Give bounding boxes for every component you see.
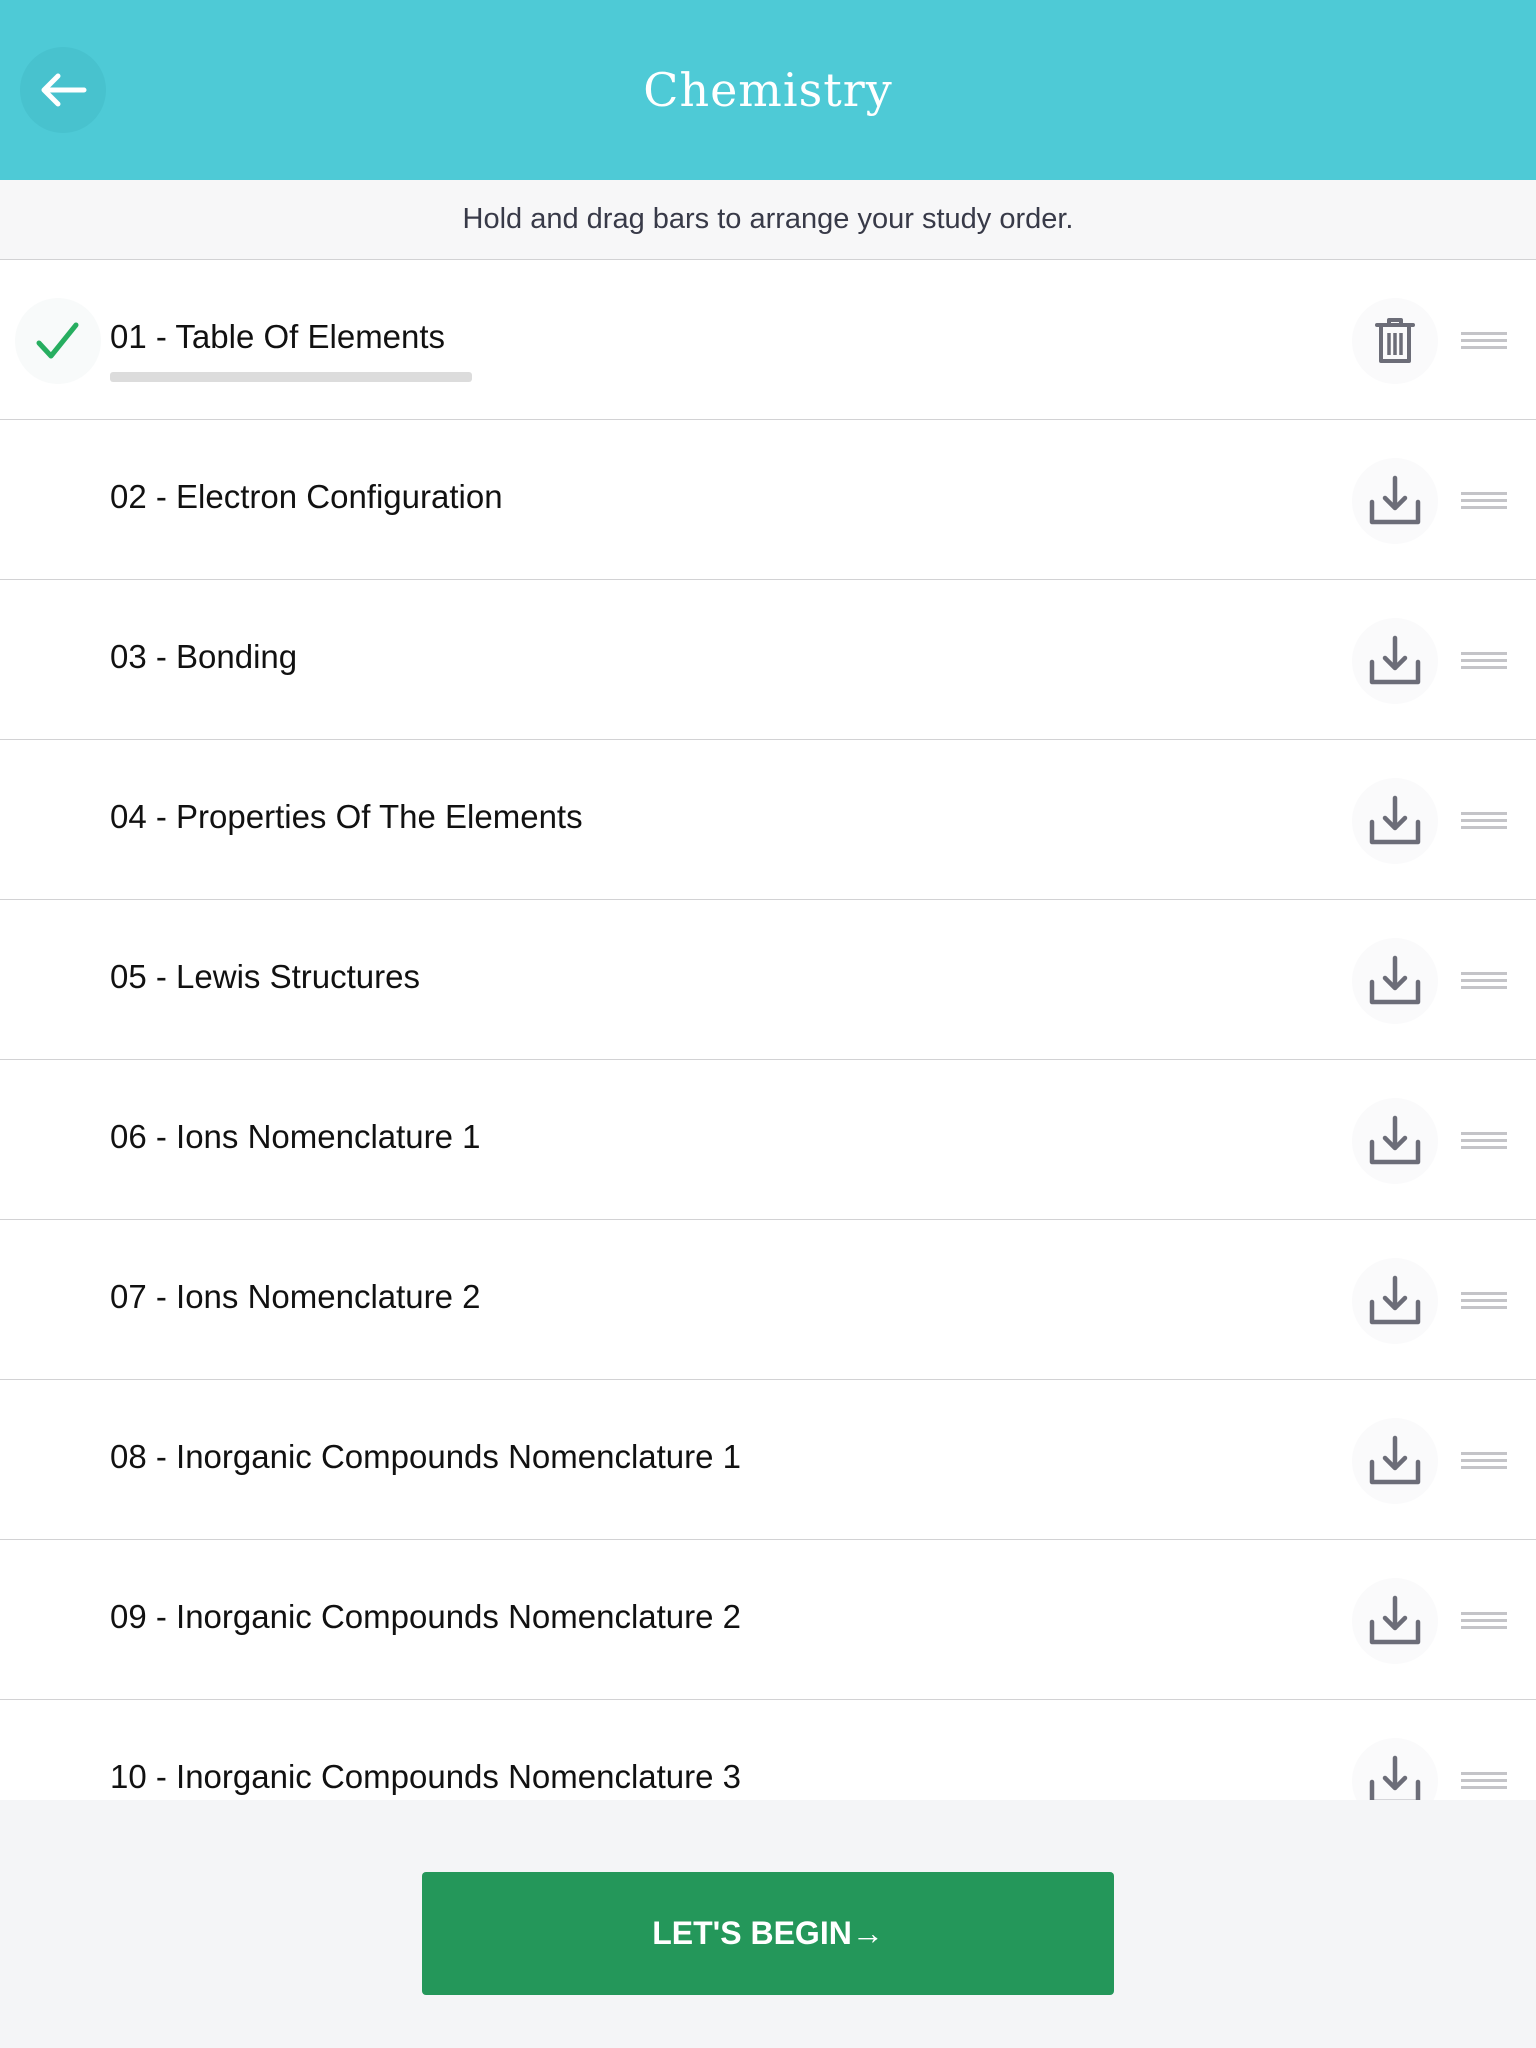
topic-title: 10 - Inorganic Compounds Nomenclature 3 [110, 1758, 742, 1795]
drag-handle-bar [1461, 346, 1507, 349]
drag-handle-bar [1461, 1306, 1507, 1309]
download-button[interactable] [1352, 458, 1438, 544]
drag-handle-bar [1461, 492, 1507, 495]
progress-fill [110, 372, 472, 382]
drag-handle-bar [1461, 1459, 1507, 1462]
drag-handle[interactable] [1461, 1452, 1507, 1470]
drag-handle[interactable] [1461, 812, 1507, 830]
checkmark-icon [36, 322, 79, 359]
drag-handle-bar [1461, 819, 1507, 822]
download-button[interactable] [1352, 1258, 1438, 1344]
header: Chemistry [0, 0, 1536, 180]
drag-handle-bar [1461, 1132, 1507, 1135]
drag-handle-bar [1461, 1146, 1507, 1149]
instructions-text: Hold and drag bars to arrange your study… [0, 180, 1536, 260]
drag-handle-bar [1461, 1292, 1507, 1295]
drag-handle[interactable] [1461, 332, 1507, 350]
topic-list: 01 - Table Of Elements 02 - Electron Con… [0, 260, 1536, 1800]
topic-title: 03 - Bonding [110, 638, 298, 675]
drag-handle[interactable] [1461, 1292, 1507, 1310]
download-button[interactable] [1352, 1578, 1438, 1664]
drag-handle[interactable] [1461, 972, 1507, 990]
drag-handle-bar [1461, 1139, 1507, 1142]
footer: LET'S BEGIN→ [0, 1800, 1536, 2048]
download-button[interactable] [1352, 778, 1438, 864]
lets-begin-button[interactable]: LET'S BEGIN→ [422, 1872, 1114, 1995]
download-icon [1369, 635, 1421, 685]
drag-handle-bar [1461, 666, 1507, 669]
drag-handle-bar [1461, 1466, 1507, 1469]
topic-title: 07 - Ions Nomenclature 2 [110, 1278, 481, 1315]
topic-title: 04 - Properties Of The Elements [110, 798, 583, 835]
list-item[interactable]: 08 - Inorganic Compounds Nomenclature 1 [0, 1380, 1536, 1540]
drag-handle-bar [1461, 1772, 1507, 1775]
drag-handle-bar [1461, 1452, 1507, 1455]
drag-handle-bar [1461, 506, 1507, 509]
list-item[interactable]: 09 - Inorganic Compounds Nomenclature 2 [0, 1540, 1536, 1700]
drag-handle-bar [1461, 659, 1507, 662]
drag-handle-bar [1461, 1626, 1507, 1629]
download-icon [1369, 795, 1421, 845]
list-item[interactable]: 07 - Ions Nomenclature 2 [0, 1220, 1536, 1380]
download-icon [1369, 1275, 1421, 1325]
download-button[interactable] [1352, 938, 1438, 1024]
completed-badge [15, 298, 101, 384]
drag-handle-bar [1461, 826, 1507, 829]
drag-handle[interactable] [1461, 1132, 1507, 1150]
list-item[interactable]: 10 - Inorganic Compounds Nomenclature 3 [0, 1700, 1536, 1800]
drag-handle-bar [1461, 1299, 1507, 1302]
drag-handle-bar [1461, 972, 1507, 975]
topic-title: 02 - Electron Configuration [110, 478, 503, 515]
drag-handle-bar [1461, 652, 1507, 655]
drag-handle[interactable] [1461, 652, 1507, 670]
delete-button[interactable] [1352, 298, 1438, 384]
download-button[interactable] [1352, 1418, 1438, 1504]
page-title: Chemistry [643, 63, 893, 117]
download-icon [1369, 955, 1421, 1005]
topic-title: 09 - Inorganic Compounds Nomenclature 2 [110, 1598, 742, 1635]
progress-bar [110, 372, 472, 382]
topic-title: 08 - Inorganic Compounds Nomenclature 1 [110, 1438, 742, 1475]
list-item[interactable]: 06 - Ions Nomenclature 1 [0, 1060, 1536, 1220]
topic-title: 06 - Ions Nomenclature 1 [110, 1118, 481, 1155]
download-button[interactable] [1352, 1098, 1438, 1184]
list-item[interactable]: 01 - Table Of Elements [0, 260, 1536, 420]
download-icon [1369, 1595, 1421, 1645]
drag-handle-bar [1461, 1779, 1507, 1782]
download-icon [1369, 1435, 1421, 1485]
drag-handle[interactable] [1461, 492, 1507, 510]
drag-handle-bar [1461, 1619, 1507, 1622]
drag-handle-bar [1461, 339, 1507, 342]
list-item[interactable]: 04 - Properties Of The Elements [0, 740, 1536, 900]
list-item[interactable]: 03 - Bonding [0, 580, 1536, 740]
drag-handle-bar [1461, 986, 1507, 989]
download-icon [1369, 475, 1421, 525]
topic-title: 05 - Lewis Structures [110, 958, 420, 995]
download-icon [1369, 1115, 1421, 1165]
drag-handle[interactable] [1461, 1772, 1507, 1790]
topic-title: 01 - Table Of Elements [110, 318, 446, 355]
drag-handle-bar [1461, 1612, 1507, 1615]
drag-handle-bar [1461, 499, 1507, 502]
drag-handle-bar [1461, 979, 1507, 982]
drag-handle-bar [1461, 812, 1507, 815]
download-icon [1369, 1755, 1421, 1800]
drag-handle[interactable] [1461, 1612, 1507, 1630]
list-item[interactable]: 02 - Electron Configuration [0, 420, 1536, 580]
trash-icon [1375, 318, 1415, 363]
download-button[interactable] [1352, 1738, 1438, 1800]
drag-handle-bar [1461, 1786, 1507, 1789]
list-item[interactable]: 05 - Lewis Structures [0, 900, 1536, 1060]
download-button[interactable] [1352, 618, 1438, 704]
drag-handle-bar [1461, 332, 1507, 335]
